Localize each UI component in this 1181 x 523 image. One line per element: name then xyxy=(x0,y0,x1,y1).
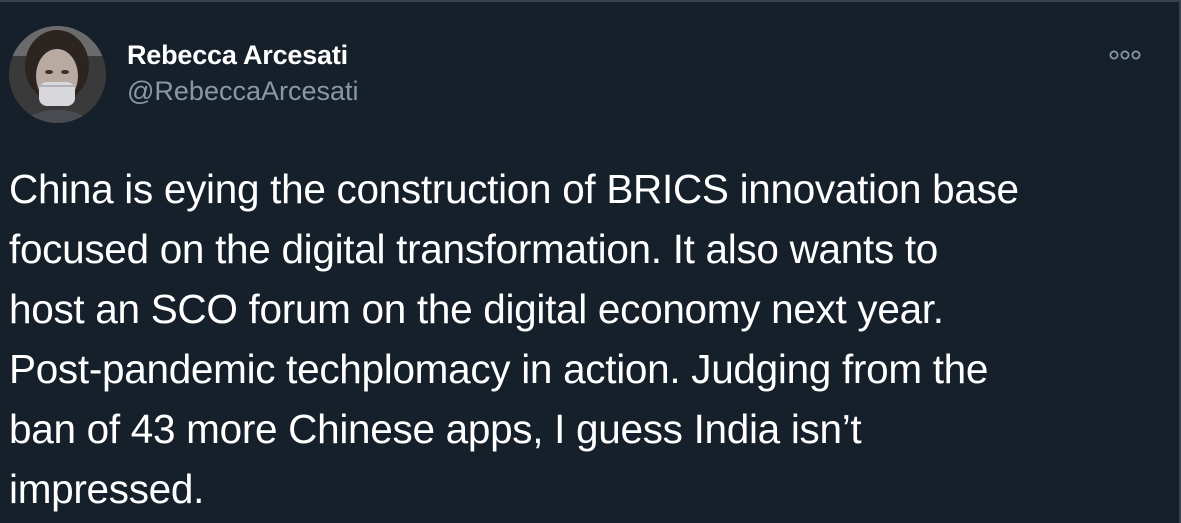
author-block: Rebecca Arcesati @RebeccaArcesati xyxy=(127,38,359,108)
author-handle[interactable]: @RebeccaArcesati xyxy=(127,74,359,108)
user-avatar-icon xyxy=(9,26,106,123)
tweet-card: Rebecca Arcesati @RebeccaArcesati China … xyxy=(0,0,1181,523)
more-options-icon xyxy=(1109,50,1141,60)
more-options-button[interactable] xyxy=(1105,44,1145,66)
avatar[interactable] xyxy=(9,26,106,123)
tweet-text: China is eying the construction of BRICS… xyxy=(9,166,1019,512)
author-display-name[interactable]: Rebecca Arcesati xyxy=(127,38,359,72)
